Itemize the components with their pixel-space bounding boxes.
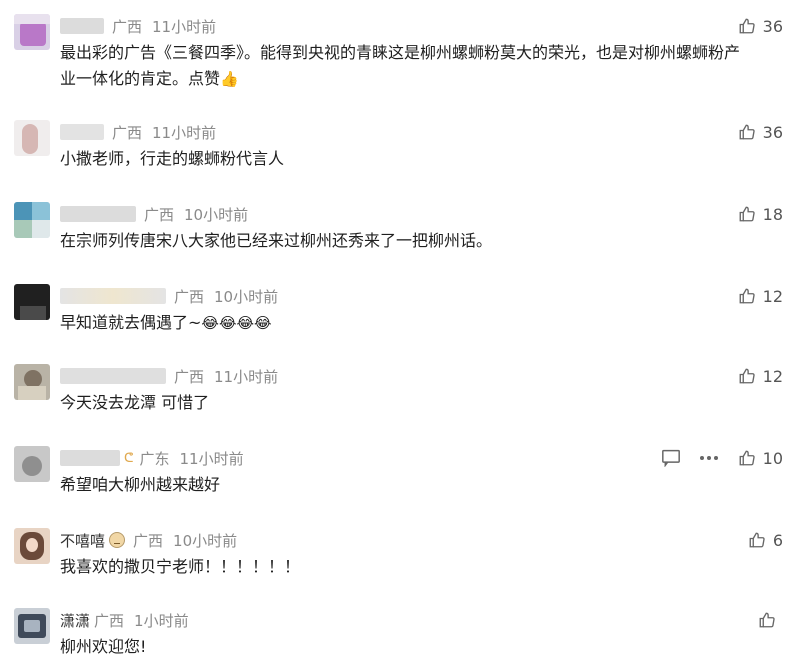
- location-text: 广西: [112, 17, 143, 36]
- comment-list: 广西 11小时前 最出彩的广告《三餐四季》。能得到央视的青睐这是柳州螺蛳粉莫大的…: [0, 0, 809, 664]
- username[interactable]: 潇潇: [60, 610, 90, 631]
- comment-actions: [757, 610, 783, 630]
- comment-meta: 不嘻嘻 广西 10小时前: [60, 530, 247, 550]
- avatar[interactable]: [14, 14, 50, 50]
- location-text: 广西: [174, 367, 205, 386]
- comment-actions: 12: [737, 366, 783, 386]
- avatar[interactable]: [14, 364, 50, 400]
- like-count: 12: [762, 366, 783, 386]
- like-count: 36: [762, 16, 783, 36]
- thumbs-up-icon[interactable]: [737, 448, 757, 468]
- comment-text: 早知道就去偶遇了~😂😂😂😂: [60, 310, 750, 336]
- avatar[interactable]: [14, 202, 50, 238]
- like-button[interactable]: 18: [737, 204, 783, 224]
- username-blurred[interactable]: [60, 124, 104, 140]
- like-count: 36: [762, 122, 783, 142]
- comment-meta: 广西 10小时前: [60, 204, 258, 224]
- comment-actions: 12: [737, 286, 783, 306]
- timestamp: 11小时前: [152, 17, 217, 36]
- location-text: 广西: [144, 205, 175, 224]
- comment-text: 最出彩的广告《三餐四季》。能得到央视的青睐这是柳州螺蛳粉莫大的荣光，也是对柳州螺…: [60, 40, 750, 92]
- comment-text-body: 柳州欢迎您!: [60, 637, 147, 656]
- comment-text-body: 我喜欢的撒贝宁老师！！！！！！: [60, 557, 301, 576]
- like-count: 6: [772, 530, 783, 550]
- location-text: 广西: [112, 123, 143, 142]
- username-blurred[interactable]: [60, 206, 136, 222]
- username-blurred[interactable]: [60, 18, 104, 34]
- comment-text: 今天没去龙潭 可惜了: [60, 390, 750, 416]
- thumbs-up-icon[interactable]: [737, 286, 757, 306]
- comment-meta: 广西 11小时前: [60, 16, 226, 36]
- avatar[interactable]: [14, 120, 50, 156]
- like-count: 10: [762, 448, 783, 468]
- smile-emoji-icon: [109, 532, 126, 548]
- thumbs-up-icon[interactable]: [737, 122, 757, 142]
- comment-meta: ᕦ 广东 11小时前: [60, 448, 254, 468]
- username-blurred[interactable]: [60, 288, 166, 304]
- comment-actions: 10: [661, 448, 783, 468]
- location-text: 广西: [133, 531, 164, 550]
- comment-actions: 18: [737, 204, 783, 224]
- comment-meta: 广西 11小时前: [60, 366, 288, 386]
- thumbs-up-icon[interactable]: [757, 610, 777, 630]
- timestamp: 10小时前: [214, 287, 279, 306]
- butterfly-badge-icon: ᕦ: [124, 450, 134, 466]
- location-text: 广西: [174, 287, 205, 306]
- comment-actions: 36: [737, 16, 783, 36]
- username[interactable]: 不嘻嘻: [60, 530, 105, 551]
- timestamp: 10小时前: [173, 531, 238, 550]
- timestamp: 11小时前: [152, 123, 217, 142]
- timestamp: 11小时前: [214, 367, 279, 386]
- like-button[interactable]: 36: [737, 122, 783, 142]
- comment-actions: 6: [747, 530, 783, 550]
- username-blurred[interactable]: [60, 450, 120, 466]
- like-button[interactable]: 6: [747, 530, 783, 550]
- avatar[interactable]: [14, 284, 50, 320]
- comment-text-body: 在宗师列传唐宋八大家他已经来过柳州还秀来了一把柳州话。: [60, 231, 493, 250]
- username-blurred[interactable]: [60, 368, 166, 384]
- timestamp: 11小时前: [179, 449, 244, 468]
- comment-icon[interactable]: [661, 448, 681, 468]
- avatar[interactable]: [14, 528, 50, 564]
- thumbs-up-icon[interactable]: [737, 16, 757, 36]
- thumbs-up-icon[interactable]: [737, 366, 757, 386]
- thumbs-up-icon[interactable]: [737, 204, 757, 224]
- like-button[interactable]: 10: [737, 448, 783, 468]
- comment-actions: 36: [737, 122, 783, 142]
- like-button[interactable]: [757, 610, 783, 630]
- more-icon[interactable]: [699, 448, 719, 468]
- comment-text-body: 今天没去龙潭 可惜了: [60, 393, 210, 412]
- location-text: 广东: [139, 449, 170, 468]
- comment-text-body: 希望咱大柳州越来越好: [60, 475, 221, 494]
- location-text: 广西: [94, 611, 125, 630]
- avatar[interactable]: [14, 608, 50, 644]
- timestamp: 1小时前: [134, 611, 189, 630]
- emoji-thumbs-up: 👍: [220, 70, 239, 88]
- comment-text: 小撒老师，行走的螺蛳粉代言人: [60, 146, 750, 172]
- like-button[interactable]: 36: [737, 16, 783, 36]
- comment-text: 在宗师列传唐宋八大家他已经来过柳州还秀来了一把柳州话。: [60, 228, 750, 254]
- like-count: 18: [762, 204, 783, 224]
- comment-text: 柳州欢迎您!: [60, 634, 750, 660]
- comment-text: 希望咱大柳州越来越好: [60, 472, 750, 498]
- comment-text: 我喜欢的撒贝宁老师！！！！！！: [60, 554, 750, 580]
- thumbs-up-icon[interactable]: [747, 530, 767, 550]
- comment-text-body: 最出彩的广告《三餐四季》。能得到央视的青睐这是柳州螺蛳粉莫大的荣光，也是对柳州螺…: [60, 43, 741, 88]
- like-button[interactable]: 12: [737, 366, 783, 386]
- comment-meta: 广西 10小时前: [60, 286, 288, 306]
- timestamp: 10小时前: [184, 205, 249, 224]
- like-count: 12: [762, 286, 783, 306]
- comment-meta: 广西 11小时前: [60, 122, 226, 142]
- avatar[interactable]: [14, 446, 50, 482]
- emoji-laughing: 😂😂😂😂: [201, 314, 272, 332]
- comment-text-body: 早知道就去偶遇了~: [60, 313, 202, 332]
- comment-text-body: 小撒老师，行走的螺蛳粉代言人: [60, 149, 285, 168]
- like-button[interactable]: 12: [737, 286, 783, 306]
- comment-meta: 潇潇 广西 1小时前: [60, 610, 199, 630]
